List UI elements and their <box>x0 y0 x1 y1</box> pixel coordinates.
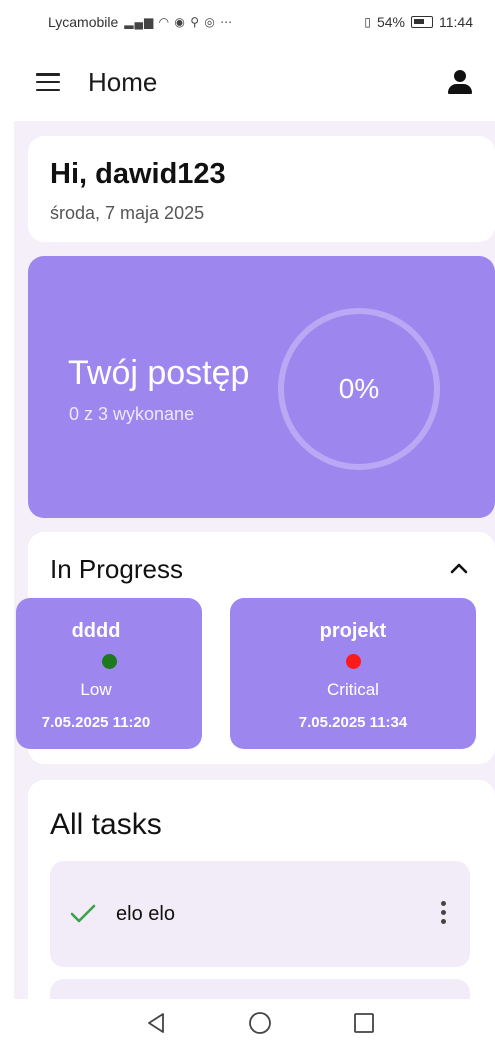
menu-icon[interactable] <box>36 73 60 91</box>
task-name: dddd <box>71 620 121 642</box>
main-content[interactable]: Hi, dawid123 środa, 7 maja 2025 Twój pos… <box>14 121 495 999</box>
progress-subtitle: 0 z 3 wykonane <box>69 404 195 424</box>
more-vert-icon[interactable] <box>438 901 448 927</box>
task-list-item[interactable] <box>50 979 470 999</box>
priority-dot <box>102 654 117 669</box>
battery-percent: 54% <box>376 14 405 30</box>
task-date: 7.05.2025 11:34 <box>298 714 408 731</box>
check-icon <box>70 904 96 923</box>
chevron-up-icon[interactable] <box>449 558 469 578</box>
task-priority: Critical <box>327 680 379 699</box>
status-bar: Lycamobile ▂▄▆ ◠ ◉ ⚲ ◎ ⋯ ▯ 54% 11:44 <box>0 0 495 44</box>
greeting-card: Hi, dawid123 środa, 7 maja 2025 <box>28 136 495 242</box>
status-icons: ▂▄▆ ◠ ◉ ⚲ ◎ ⋯ <box>124 15 234 29</box>
task-list-item[interactable]: elo elo <box>50 861 470 967</box>
in-progress-task[interactable]: dddd Low 7.05.2025 11:20 <box>16 598 202 749</box>
task-name: projekt <box>319 620 387 642</box>
profile-icon[interactable] <box>447 69 473 95</box>
task-list-name: elo elo <box>116 903 175 925</box>
back-icon[interactable] <box>144 1011 168 1035</box>
app-bar: Home <box>0 44 495 120</box>
status-right: ▯ 54% 11:44 <box>364 14 473 30</box>
battery-icon <box>411 16 433 28</box>
task-priority: Low <box>80 680 112 699</box>
vibrate-icon: ▯ <box>364 15 371 29</box>
recent-apps-icon[interactable] <box>352 1011 376 1035</box>
all-tasks-heading: All tasks <box>50 808 162 841</box>
greeting-title: Hi, dawid123 <box>50 158 226 190</box>
all-tasks-card: All tasks elo elo <box>28 780 495 999</box>
task-date: 7.05.2025 11:20 <box>41 714 151 731</box>
clock: 11:44 <box>439 14 473 30</box>
system-nav-bar <box>0 999 495 1044</box>
progress-percent: 0% <box>338 373 380 404</box>
greeting-date: środa, 7 maja 2025 <box>50 203 205 223</box>
in-progress-heading: In Progress <box>50 554 183 584</box>
priority-dot <box>346 654 361 669</box>
page-title: Home <box>88 66 158 97</box>
status-left: Lycamobile ▂▄▆ ◠ ◉ ⚲ ◎ ⋯ <box>48 14 233 30</box>
carrier-name: Lycamobile <box>48 14 119 30</box>
progress-title: Twój postęp <box>68 354 250 392</box>
progress-card: Twój postęp 0 z 3 wykonane 0% <box>28 256 495 518</box>
in-progress-card: In Progress dddd Low 7.05.2025 11:20 pro… <box>16 532 495 764</box>
home-icon[interactable] <box>248 1011 272 1035</box>
in-progress-task[interactable]: projekt Critical 7.05.2025 11:34 <box>230 598 476 749</box>
phone-screen: Lycamobile ▂▄▆ ◠ ◉ ⚲ ◎ ⋯ ▯ 54% 11:44 Hom… <box>0 0 495 1044</box>
